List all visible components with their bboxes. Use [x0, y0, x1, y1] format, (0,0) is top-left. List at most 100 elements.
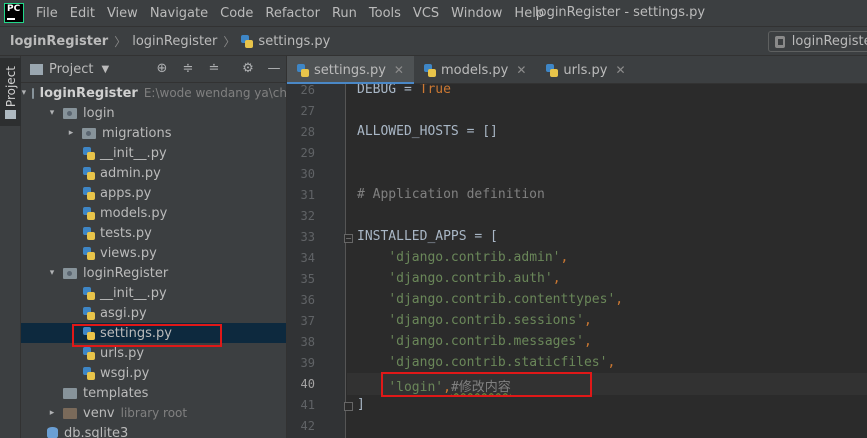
chevron-down-icon[interactable]: ▼ — [101, 64, 109, 75]
menu-vcs[interactable]: VCS — [413, 6, 439, 21]
tab-label: models.py — [440, 62, 509, 78]
tree-item-file[interactable]: __init__.py — [21, 283, 286, 303]
code-string: 'django.contrib.sessions' — [388, 313, 584, 328]
tree-item-label: admin.py — [100, 165, 161, 181]
django-config-icon — [775, 35, 785, 48]
tree-item-file[interactable]: asgi.py — [21, 303, 286, 323]
tree-item-label: __init__.py — [100, 145, 167, 161]
tree-item-folder[interactable]: ▸ venv library root — [21, 403, 286, 423]
code-line[interactable]: DEBUG = True — [357, 84, 451, 97]
code-line[interactable]: 'django.contrib.messages', — [357, 334, 592, 349]
tree-item-folder[interactable]: db.sqlite3 — [21, 423, 286, 438]
tree-item-label: db.sqlite3 — [64, 425, 129, 438]
tree-item-label: models.py — [100, 205, 168, 221]
code-token: ALLOWED_HOSTS = [] — [357, 124, 498, 139]
tree-item-file[interactable]: apps.py — [21, 183, 286, 203]
tree-item-file[interactable]: __init__.py — [21, 143, 286, 163]
highlight-box-login-line — [381, 372, 592, 397]
code-line[interactable]: ALLOWED_HOSTS = [] — [357, 124, 498, 139]
tree-item-file[interactable]: models.py — [21, 203, 286, 223]
tree-item-label: apps.py — [100, 185, 152, 201]
chevron-down-icon[interactable]: ▾ — [47, 268, 57, 278]
tree-item-file[interactable]: tests.py — [21, 223, 286, 243]
python-file-icon — [423, 63, 436, 77]
project-tool-window-button[interactable]: Project — [0, 58, 21, 126]
menu-edit[interactable]: Edit — [70, 6, 95, 21]
code-line[interactable]: # Application definition — [357, 187, 545, 202]
tab-settings-py[interactable]: settings.py ✕ — [287, 56, 414, 85]
tree-item-folder[interactable]: ▾ loginRegister E:\wode wendang ya\ch — [21, 83, 286, 103]
line-number: 29 — [300, 146, 315, 160]
locate-file-icon[interactable]: ⊕ — [154, 61, 170, 77]
highlight-box-settings-file — [72, 324, 222, 347]
code-line[interactable]: 'django.contrib.sessions', — [357, 313, 592, 328]
tree-item-file[interactable]: wsgi.py — [21, 363, 286, 383]
project-tool-label: Project — [4, 66, 18, 108]
python-file-icon — [83, 246, 95, 260]
tree-item-file[interactable]: admin.py — [21, 163, 286, 183]
menu-file[interactable]: File — [36, 6, 58, 21]
close-icon[interactable]: ✕ — [394, 63, 404, 77]
tree-item-folder[interactable]: ▸ migrations — [21, 123, 286, 143]
code-line[interactable]: 'django.contrib.contenttypes', — [357, 292, 623, 307]
fold-marker-icon[interactable] — [344, 402, 353, 411]
close-icon[interactable]: ✕ — [615, 63, 625, 77]
code-token: , — [552, 271, 561, 286]
menu-window[interactable]: Window — [451, 6, 502, 21]
code-string: 'django.contrib.messages' — [388, 334, 584, 349]
tree-item-path: library root — [120, 406, 188, 420]
breadcrumb-file[interactable]: settings.py — [258, 34, 330, 49]
chevron-right-icon[interactable]: ▸ — [66, 128, 76, 138]
editor-tab-bar: settings.py ✕ models.py ✕ urls.py ✕ — [287, 56, 867, 85]
code-line[interactable]: 'django.contrib.auth', — [357, 271, 561, 286]
tree-item-folder[interactable]: ▾ loginRegister — [21, 263, 286, 283]
tree-item-folder[interactable]: templates — [21, 383, 286, 403]
breadcrumb-project[interactable]: loginRegister — [10, 34, 108, 49]
code-line[interactable]: ] — [357, 397, 365, 412]
tree-item-file[interactable]: views.py — [21, 243, 286, 263]
tab-urls-py[interactable]: urls.py ✕ — [536, 56, 635, 84]
menu-navigate[interactable]: Navigate — [150, 6, 208, 21]
run-configuration-selector[interactable]: loginRegister — [768, 31, 867, 52]
menu-tools[interactable]: Tools — [369, 6, 401, 21]
project-panel-title[interactable]: Project — [49, 62, 93, 77]
chevron-down-icon[interactable]: ▾ — [47, 108, 57, 118]
tree-item-label: loginRegister — [39, 85, 138, 101]
menu-bar: PC File Edit View Navigate Code Refactor… — [0, 0, 867, 26]
code-token: , — [615, 292, 624, 307]
database-icon — [47, 427, 58, 438]
code-line[interactable]: INSTALLED_APPS = [ — [357, 229, 498, 244]
gear-icon[interactable]: ⚙ — [240, 61, 256, 77]
menu-run[interactable]: Run — [332, 6, 357, 21]
code-line[interactable]: 'django.contrib.staticfiles', — [357, 355, 615, 370]
collapse-all-icon[interactable]: ≐ — [206, 61, 222, 77]
tab-models-py[interactable]: models.py ✕ — [414, 56, 536, 84]
chevron-right-icon: 〉 — [114, 34, 127, 49]
menu-code[interactable]: Code — [220, 6, 253, 21]
code-token: ] — [357, 397, 365, 412]
package-folder-icon — [82, 127, 96, 139]
line-number-gutter: 26 27 28 29 30 31 32 33 34 35 36 37 38 39 40 41 42 — [287, 84, 346, 438]
hide-panel-icon[interactable]: — — [266, 61, 282, 77]
left-tool-window-strip: Project — [0, 56, 21, 438]
folder-icon — [5, 110, 16, 119]
menu-refactor[interactable]: Refactor — [265, 6, 320, 21]
code-line[interactable]: 'django.contrib.admin', — [357, 250, 568, 265]
python-file-icon — [83, 346, 95, 360]
code-token: DEBUG = — [357, 84, 420, 97]
breadcrumb-folder[interactable]: loginRegister — [132, 34, 217, 49]
line-number: 39 — [300, 356, 315, 370]
code-token: INSTALLED_APPS = [ — [357, 229, 498, 244]
close-icon[interactable]: ✕ — [516, 63, 526, 77]
code-string: 'django.contrib.staticfiles' — [388, 355, 608, 370]
line-number: 32 — [300, 209, 315, 223]
chevron-right-icon: 〉 — [223, 34, 236, 49]
expand-all-icon[interactable]: ≑ — [180, 61, 196, 77]
chevron-down-icon[interactable]: ▾ — [22, 88, 27, 98]
fold-marker-icon[interactable]: − — [344, 234, 353, 243]
chevron-right-icon[interactable]: ▸ — [47, 408, 57, 418]
menu-view[interactable]: View — [107, 6, 138, 21]
tree-item-folder[interactable]: ▾ login — [21, 103, 286, 123]
code-token: , — [583, 334, 592, 349]
